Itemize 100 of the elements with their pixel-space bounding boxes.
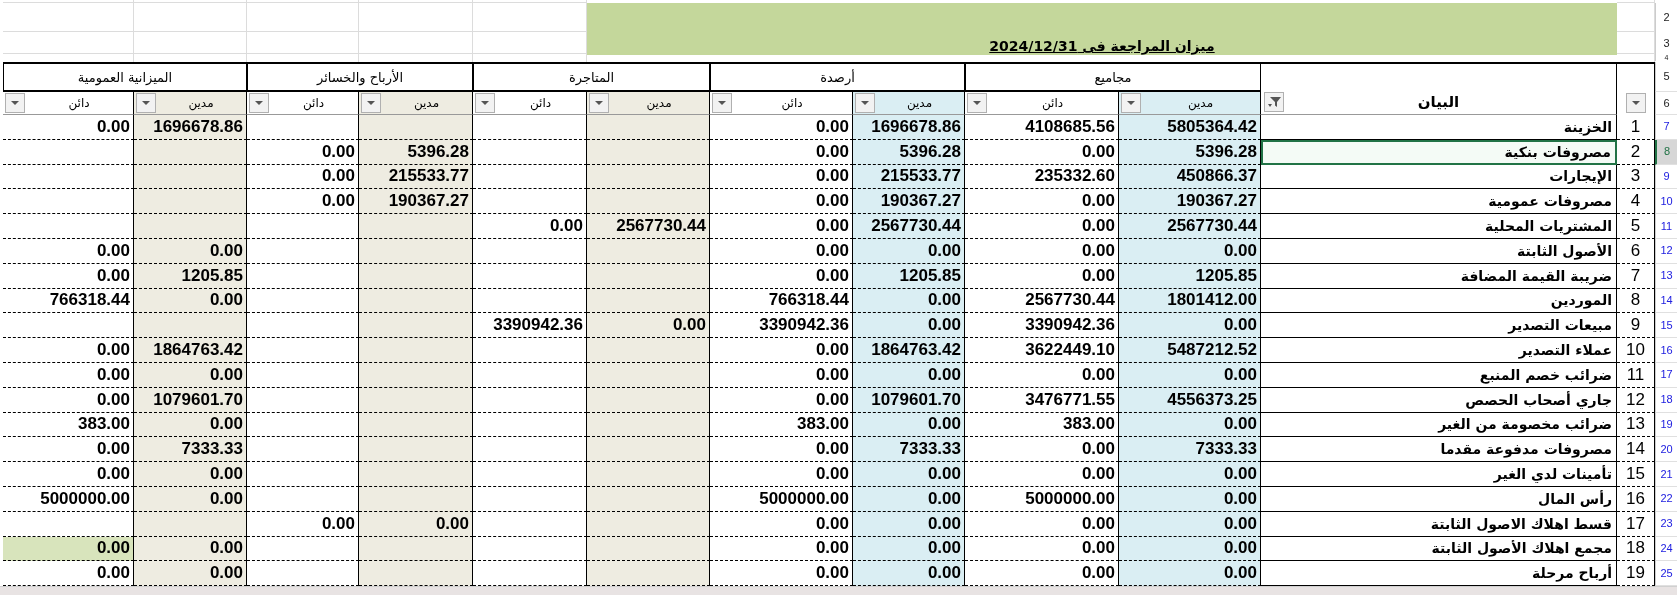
table-cell: 215533.77 [853,164,965,190]
table-cell: 5396.28 [853,139,965,165]
table-cell: 4556373.25 [1119,387,1261,413]
table-cell: 5805364.42 [1119,115,1261,140]
table-cell: 1205.85 [1119,263,1261,289]
table-cell: 13 [1617,412,1655,438]
table-cell[interactable]: الموردين [1261,288,1617,314]
table-cell: 18 [1617,536,1655,562]
column-header: دائن [301,96,326,110]
row-header[interactable]: 16 [1655,338,1677,363]
table-cell: 7333.33 [1119,437,1261,463]
table-cell: 215533.77 [359,164,473,190]
table-cell[interactable]: الخزينة [1261,115,1617,140]
table-cell: 0.00 [1119,511,1261,537]
table-cell[interactable]: تأمينات لدي الغير [1261,462,1617,487]
table-cell[interactable]: ضرائب مخصومة من الغير [1261,412,1617,438]
row-header[interactable]: 5 [1655,62,1677,92]
row-header[interactable]: 19 [1655,412,1677,438]
dropdown-button[interactable] [1121,93,1141,113]
table-cell[interactable]: مجمع اهلاك الأصول الثابتة [1261,536,1617,562]
dropdown-button[interactable] [5,93,25,113]
row-header[interactable]: 15 [1655,313,1677,339]
table-cell[interactable]: قسط اهلاك الاصول الثابتة [1261,511,1617,537]
table-cell[interactable]: مصروفات بنكية [1261,139,1617,165]
table-cell: 0.00 [1119,412,1261,438]
dropdown-button[interactable] [475,93,495,113]
table-cell: 0.00 [853,462,965,487]
caret-icon [1127,101,1135,105]
table-cell: 0.00 [359,511,473,537]
row-header[interactable]: 7 [1655,115,1677,140]
table-cell[interactable]: مصروفات عمومية [1261,189,1617,215]
table-cell: 1205.85 [853,263,965,289]
row-header[interactable]: 8 [1655,139,1677,165]
table-cell: 16 [1617,486,1655,512]
table-cell: 0.00 [1119,486,1261,512]
table-cell[interactable]: مبيعات التصدير [1261,313,1617,339]
table-cell: 17 [1617,511,1655,537]
row-header[interactable]: 24 [1655,536,1677,562]
column-group-header: أرصدة [710,62,965,92]
row-header[interactable]: 12 [1655,239,1677,264]
caret-icon [861,101,869,105]
table-cell: 0.00 [853,486,965,512]
table-cell: 7333.33 [853,437,965,463]
table-cell: 4 [1617,189,1655,215]
dropdown-button[interactable] [249,93,269,113]
table-cell[interactable]: الأصول الثابتة [1261,239,1617,264]
table-cell[interactable]: ضريبة القيمة المضافة [1261,263,1617,289]
dropdown-button[interactable] [136,93,156,113]
row-header[interactable]: 22 [1655,486,1677,512]
row-header[interactable]: 10 [1655,189,1677,215]
table-cell: 190367.27 [853,189,965,215]
row-header[interactable]: 11 [1655,214,1677,239]
filter-icon [1267,96,1281,108]
table-cell: 0.00 [3,536,134,562]
table-cell[interactable]: المشتريات المحلية [1261,214,1617,239]
table-cell[interactable]: رأس المال [1261,486,1617,512]
table-cell: 2567730.44 [587,214,710,239]
table-cell: 2567730.44 [1119,214,1261,239]
column-group-header: الأرباح والخسائر [247,62,473,92]
row-header[interactable]: 13 [1655,263,1677,289]
caret-icon [595,101,603,105]
filter-button[interactable] [1264,92,1284,112]
table-cell: 1205.85 [134,263,247,289]
dropdown-button[interactable] [1625,93,1646,113]
column-header: مدين [905,96,934,110]
table-cell: 0.00 [1119,362,1261,388]
row-header[interactable]: 6 [1655,92,1677,115]
table-cell: 7333.33 [134,437,247,463]
table-cell: 0.00 [134,486,247,512]
table-cell: 190367.27 [1119,189,1261,215]
table-cell[interactable]: جاري أصحاب الحصص [1261,387,1617,413]
table-cell: 0.00 [1119,561,1261,587]
table-cell: 0.00 [587,313,710,339]
dropdown-button[interactable] [589,93,609,113]
row-header[interactable]: 18 [1655,387,1677,413]
row-header[interactable]: 23 [1655,511,1677,537]
row-header[interactable]: 14 [1655,288,1677,314]
table-cell: 3 [1617,164,1655,190]
table-cell: 5487212.52 [1119,338,1261,363]
table-cell[interactable]: مصروفات مدفوعة مقدما [1261,437,1617,463]
row-header[interactable]: 3 [1655,32,1677,54]
dropdown-button[interactable] [361,93,381,113]
row-header[interactable]: 21 [1655,462,1677,487]
table-cell[interactable]: الإيجارات [1261,164,1617,190]
row-header[interactable]: 2 [1655,3,1677,32]
caret-icon [367,101,375,105]
table-cell: 0.00 [853,412,965,438]
row-header[interactable]: 20 [1655,437,1677,463]
caret-icon [481,101,489,105]
dropdown-button[interactable] [967,93,987,113]
table-cell[interactable]: ضرائب خصم المنبع [1261,362,1617,388]
row-header[interactable]: 17 [1655,362,1677,388]
row-header[interactable]: 9 [1655,164,1677,190]
table-cell[interactable]: عملاء التصدير [1261,338,1617,363]
dropdown-button[interactable] [712,93,732,113]
table-cell: 6 [1617,239,1655,264]
dropdown-button[interactable] [855,93,875,113]
caret-icon [255,101,263,105]
column-header: دائن [528,96,553,110]
table-cell: 0.00 [853,362,965,388]
